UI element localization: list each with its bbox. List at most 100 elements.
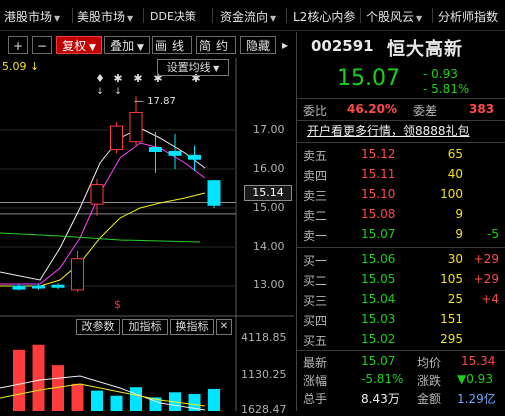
- bid-price: 15.03: [361, 312, 396, 326]
- candle-body: [149, 147, 162, 152]
- overlay-label: 叠加: [110, 39, 135, 53]
- bid-label: 买五: [303, 334, 328, 348]
- volume-bar: [208, 388, 220, 411]
- menu-label: DDE决策: [150, 10, 196, 23]
- ask-price: 15.12: [361, 147, 396, 161]
- down-arrow-icon: ↓: [30, 60, 40, 73]
- caret-down-icon: ▼: [134, 43, 144, 53]
- bid-label: 买一: [303, 254, 328, 268]
- bid-row: 买四 15.03 151: [297, 310, 505, 330]
- candle-body: [32, 285, 45, 289]
- menu-dde[interactable]: DDE决策: [150, 8, 196, 24]
- promo-link[interactable]: 开户看更多行情，领8888礼包: [307, 122, 470, 139]
- promo-row[interactable]: 开户看更多行情，领8888礼包: [297, 120, 505, 140]
- stat-value: ▼0.93: [457, 372, 493, 386]
- stat-value: -5.81%: [361, 372, 404, 386]
- last-price: 15.07: [337, 66, 400, 91]
- ask-row: 卖二 15.08 9: [297, 205, 505, 225]
- bid-price: 15.04: [361, 292, 396, 306]
- top-left-price-value: 5.09: [2, 60, 27, 73]
- zoom-out-button[interactable]: −: [32, 36, 52, 54]
- simple-mode-button[interactable]: 简约: [196, 36, 236, 54]
- menu-us-market[interactable]: 美股市场 ▼: [77, 8, 133, 25]
- draw-line-button[interactable]: 画线: [152, 36, 192, 54]
- menu-divider: [286, 8, 287, 23]
- ma20-line: [0, 192, 206, 287]
- menu-l2-insider[interactable]: L2核心内参: [293, 8, 355, 25]
- restore-label: 复权: [62, 39, 87, 53]
- expand-arrow-icon[interactable]: ▸: [278, 36, 292, 54]
- stock-name: 恒大高新: [387, 39, 463, 60]
- ask-volume: 65: [447, 147, 463, 161]
- stat-label: 涨跌: [417, 374, 442, 388]
- stock-code: 002591: [311, 37, 374, 55]
- switch-indicator-button[interactable]: 换指标: [170, 319, 214, 335]
- candlestick-series: [12, 96, 221, 292]
- bid-change: +29: [473, 272, 499, 286]
- ask-label: 卖二: [303, 209, 328, 223]
- price-change-pct: - 5.81%: [423, 82, 470, 96]
- candle-body: [71, 258, 84, 291]
- quote-panel: 002591 恒大高新 15.07 - 0.93 - 5.81% 委比 46.2…: [296, 32, 505, 411]
- menu-divider: [212, 8, 213, 23]
- volume-tick-mid: 1130.25: [241, 368, 287, 381]
- menu-label: 分析师指数: [438, 10, 499, 24]
- volume-bar: [13, 349, 25, 411]
- menu-label: 美股市场: [77, 10, 126, 24]
- top-left-price: 5.09 ↓: [2, 60, 39, 73]
- menu-analyst-index[interactable]: 分析师指数: [438, 8, 498, 25]
- ask-price: 15.08: [361, 207, 396, 221]
- menu-capital-flow[interactable]: 资金流向 ▼: [220, 8, 276, 25]
- restore-rights-button[interactable]: 复权 ▼: [56, 36, 102, 54]
- ma-settings-label: 设置均线: [166, 61, 211, 74]
- divider: [297, 247, 505, 248]
- volume-bar: [110, 395, 123, 411]
- event-marker-icon: $: [114, 298, 121, 311]
- add-indicator-button[interactable]: 加指标: [122, 319, 168, 335]
- ma-settings-button[interactable]: 设置均线 ▼: [157, 59, 229, 76]
- committee-diff-label: 委差: [413, 104, 438, 118]
- overlay-button[interactable]: 叠加 ▼: [104, 36, 150, 54]
- volume-bar: [91, 390, 103, 411]
- stat-label: 金额: [417, 392, 442, 406]
- volume-bars: [0, 344, 220, 411]
- ask-volume: 9: [455, 227, 463, 241]
- stat-label: 均价: [417, 356, 442, 370]
- high-price-value: 17.87: [147, 96, 176, 107]
- hide-button[interactable]: 隐藏: [240, 36, 276, 54]
- bid-price: 15.06: [361, 252, 396, 266]
- menu-stock-news[interactable]: 个股风云 ▼: [366, 8, 422, 25]
- menu-divider: [143, 8, 144, 23]
- stats-row: 总手 8.43万 金额 1.29亿: [297, 388, 505, 408]
- candle-body: [110, 125, 123, 150]
- menu-hk-market[interactable]: 港股市场 ▼: [4, 8, 60, 25]
- stat-value: 15.34: [461, 354, 496, 368]
- committee-ratio-label: 委比: [303, 104, 328, 118]
- committee-ratio-value: 46.20%: [347, 102, 397, 116]
- close-icon[interactable]: ✕: [216, 319, 232, 335]
- menu-divider: [432, 8, 433, 23]
- menu-divider: [360, 8, 361, 23]
- menu-divider: [72, 8, 73, 23]
- committee-diff-value: 383: [469, 102, 495, 116]
- top-menu-bar: 港股市场 ▼ 美股市场 ▼ DDE决策 资金流向 ▼ L2核心内参 个股风云 ▼ 分析师…: [0, 0, 505, 31]
- star-marker-icon: ♦: [95, 72, 105, 85]
- candle-body: [168, 150, 182, 156]
- ask-row: 卖三 15.10 100: [297, 185, 505, 205]
- caret-down-icon: ▼: [127, 14, 134, 23]
- menu-label: 个股风云: [366, 10, 415, 24]
- volume-tick-top: 4118.85: [241, 331, 287, 344]
- bid-change: +4: [481, 292, 499, 306]
- ask-volume: 40: [447, 167, 463, 181]
- bid-row: 买三 15.04 25 +4: [297, 290, 505, 310]
- ask-label: 卖四: [303, 169, 328, 183]
- ask-price: 15.07: [361, 227, 396, 241]
- kline-chart[interactable]: ♦ ↓ ✱ ↓ ✱ ✱ ✱ 5.09 ↓ 设置均线 ▼ — 17.87 17.00 16.0…: [0, 58, 294, 416]
- zoom-in-button[interactable]: +: [8, 36, 28, 54]
- menu-label: 港股市场: [4, 10, 53, 24]
- edit-params-button[interactable]: 改参数: [76, 319, 120, 335]
- star-marker-icon: ✱: [113, 72, 122, 85]
- ask-label: 卖三: [303, 189, 328, 203]
- candle-body: [90, 184, 104, 205]
- star-marker-icon: ✱: [133, 72, 142, 85]
